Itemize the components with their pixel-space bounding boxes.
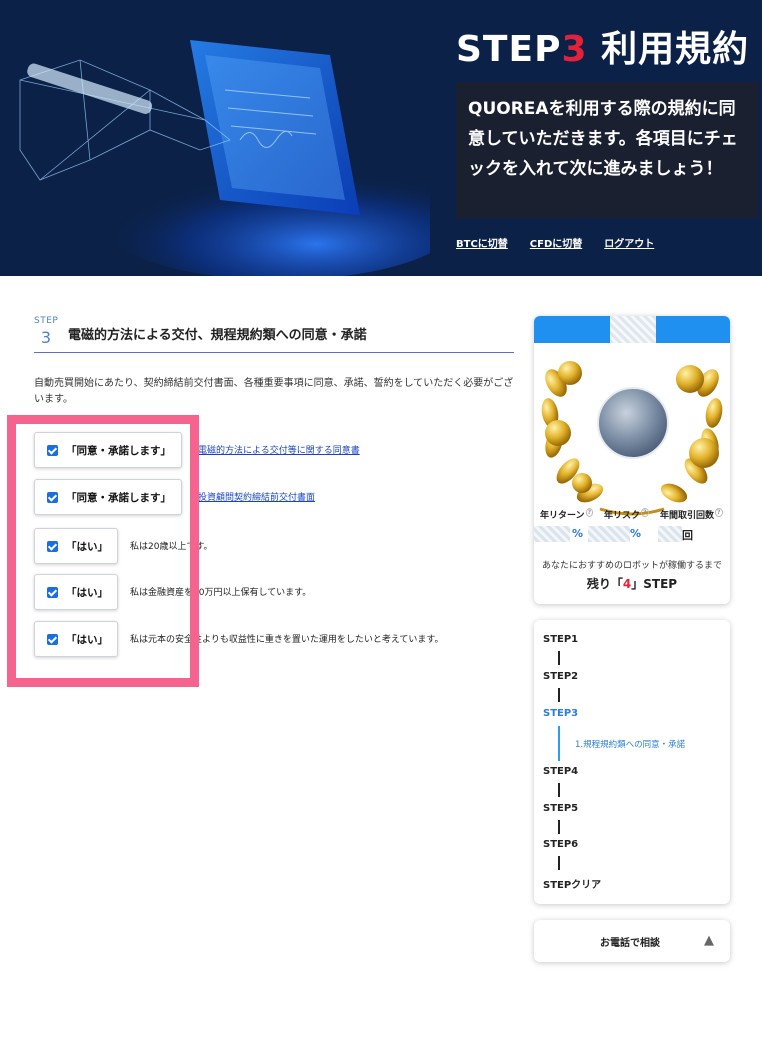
- step-tag: STEP 3: [34, 316, 59, 347]
- hero-title: STEP3 利用規約: [456, 29, 750, 70]
- step-item: STEPクリア: [543, 880, 602, 891]
- percent-unit: %: [572, 527, 584, 540]
- trades-blurred: [658, 526, 682, 542]
- hero-description: QUOREAを利用する際の規約に同意していただきます。各項目にチェックを入れて次…: [456, 82, 758, 218]
- step-connector: [558, 651, 560, 665]
- switch-btc-link[interactable]: BTCに切替: [456, 235, 508, 250]
- robot-card-header: [534, 316, 730, 343]
- annual-risk-blurred: [588, 526, 630, 542]
- electronic-delivery-consent-link[interactable]: 電磁的方法による交付等に関する同意書: [198, 443, 360, 456]
- robot-name-blurred: [610, 316, 656, 343]
- step-item: STEP4: [543, 766, 579, 777]
- annual-risk-label: 年リスク?: [604, 508, 649, 521]
- help-icon[interactable]: ?: [641, 508, 649, 517]
- help-icon[interactable]: ?: [715, 508, 723, 517]
- step-connector-active: [558, 726, 560, 761]
- annual-return-blurred: [534, 526, 570, 542]
- checkbox-highlight-frame: [7, 415, 199, 687]
- switch-cfd-link[interactable]: CFDに切替: [530, 235, 582, 250]
- pre-contract-document-link[interactable]: 投資顧問契約締結前交付書面: [198, 490, 315, 503]
- times-unit: 回: [682, 529, 693, 542]
- step-item: STEP5: [543, 803, 579, 814]
- step-connector: [558, 688, 560, 702]
- signing-tablet-illustration: [19, 40, 430, 276]
- step-progress-card: STEP1 STEP2 STEP3 1.規程規約類への同意・承諾 STEP4 S…: [534, 620, 730, 904]
- step-connector: [558, 820, 560, 834]
- phone-consult-button[interactable]: お電話で相談 ▲: [534, 920, 730, 962]
- step-connector: [558, 856, 560, 870]
- remaining-steps: 残り「4」STEP: [586, 577, 678, 591]
- percent-unit: %: [630, 527, 642, 540]
- hero-links: BTCに切替 CFDに切替 ログアウト: [456, 235, 676, 250]
- step-sub-item: 1.規程規約類への同意・承諾: [575, 740, 686, 750]
- section-header: STEP 3 電磁的方法による交付、規程規約類への同意・承諾: [34, 316, 514, 353]
- step-item-active: STEP3: [543, 708, 579, 719]
- recommended-robot-card: 年リターン? 年リスク? 年間取引回数? % % 回 あなたにおすすめのロボット…: [534, 316, 730, 604]
- robot-avatar: [597, 387, 669, 459]
- annual-trades-label: 年間取引回数?: [660, 508, 723, 521]
- section-title: 電磁的方法による交付、規程規約類への同意・承諾: [68, 328, 367, 343]
- section-intro: 自動売買開始にあたり、契約締結前交付書面、各種重要事項に同意、承諾、誓約をしてい…: [34, 378, 514, 405]
- annual-return-label: 年リターン?: [540, 508, 594, 521]
- phone-consult-label: お電話で相談: [600, 938, 660, 949]
- step-connector: [558, 783, 560, 797]
- step-item: STEP6: [543, 839, 579, 850]
- step-item: STEP1: [543, 634, 579, 645]
- remaining-note: あなたにおすすめのロボットが稼働するまで: [541, 561, 722, 571]
- step-item: STEP2: [543, 671, 579, 682]
- help-icon[interactable]: ?: [585, 508, 594, 517]
- triangle-up-icon: ▲: [704, 933, 714, 948]
- hero-banner: STEP3 利用規約 QUOREAを利用する際の規約に同意していただきます。各項…: [0, 0, 762, 276]
- logout-link[interactable]: ログアウト: [604, 235, 654, 250]
